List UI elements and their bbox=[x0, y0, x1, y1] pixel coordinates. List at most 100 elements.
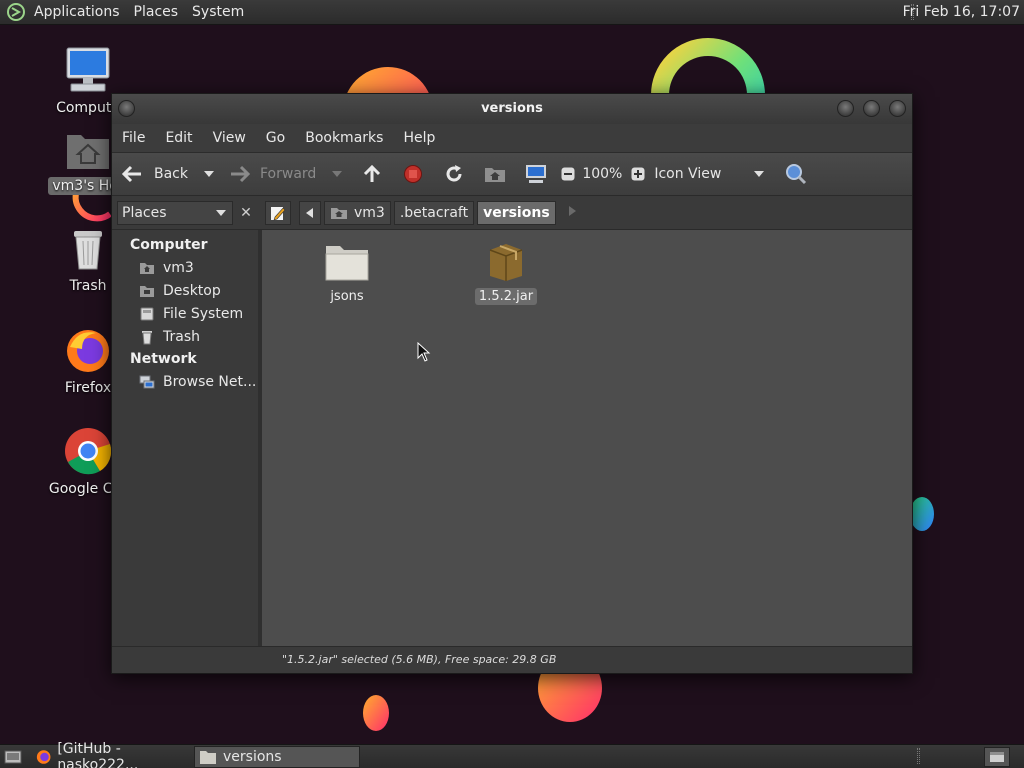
zoom-out-button[interactable] bbox=[556, 162, 580, 186]
sidebar-type-select[interactable]: Places bbox=[117, 200, 233, 225]
home-folder-icon bbox=[140, 262, 154, 274]
sidebar-item-desktop[interactable]: Desktop bbox=[112, 279, 258, 302]
applications-menu[interactable]: Applications bbox=[34, 4, 120, 20]
sidebar-header-network: Network bbox=[130, 351, 197, 367]
view-mode-select[interactable]: Icon View bbox=[654, 166, 765, 182]
chevron-down-icon bbox=[754, 171, 765, 177]
system-menu[interactable]: System bbox=[192, 4, 244, 20]
firefox-icon bbox=[36, 749, 51, 764]
maximize-button[interactable] bbox=[863, 100, 880, 117]
top-panel: Applications Places System Fri Feb 16, 1… bbox=[0, 0, 1024, 25]
distro-logo-icon[interactable] bbox=[6, 2, 26, 22]
menu-go[interactable]: Go bbox=[266, 130, 285, 146]
icon-view[interactable]: jsons 1.5.2.jar bbox=[262, 230, 912, 648]
close-button[interactable] bbox=[889, 100, 906, 117]
close-sidebar-icon[interactable]: ✕ bbox=[235, 205, 257, 221]
file-item-1-5-2-jar[interactable]: 1.5.2.jar bbox=[461, 242, 551, 305]
stop-button[interactable] bbox=[401, 162, 425, 186]
window-menu-button[interactable] bbox=[118, 100, 135, 117]
forward-label: Forward bbox=[260, 166, 317, 182]
mouse-cursor-icon bbox=[417, 342, 431, 362]
sidebar-item-label: Browse Net... bbox=[163, 373, 257, 390]
home-button[interactable] bbox=[483, 162, 507, 186]
sidebar-item-file-system[interactable]: File System bbox=[112, 302, 258, 325]
file-name: jsons bbox=[330, 289, 364, 304]
breadcrumb-betacraft[interactable]: .betacraft bbox=[393, 200, 475, 225]
breadcrumb-label: vm3 bbox=[354, 204, 385, 221]
back-arrow-icon bbox=[120, 162, 144, 186]
menu-bookmarks[interactable]: Bookmarks bbox=[305, 130, 383, 146]
breadcrumb-vm3[interactable]: vm3 bbox=[324, 200, 391, 225]
sidebar-item-browse-network[interactable]: Browse Net... bbox=[112, 370, 258, 393]
view-mode-label: Icon View bbox=[654, 166, 722, 182]
sidebar-item-label: File System bbox=[163, 305, 244, 322]
taskbar-item-browser[interactable]: [GitHub - nasko222... bbox=[32, 741, 192, 768]
firefox-icon bbox=[67, 330, 109, 372]
back-button[interactable]: Back bbox=[120, 162, 188, 186]
edit-icon bbox=[271, 206, 286, 220]
zoom-in-button[interactable] bbox=[626, 162, 650, 186]
stop-icon bbox=[401, 162, 425, 186]
window-titlebar[interactable]: versions bbox=[112, 94, 912, 124]
zoom-level[interactable]: 100% bbox=[582, 166, 622, 182]
computer-icon bbox=[524, 162, 548, 186]
breadcrumb-label: versions bbox=[483, 204, 550, 221]
file-item-jsons[interactable]: jsons bbox=[302, 242, 392, 305]
workspace-switcher[interactable] bbox=[984, 747, 1010, 767]
sidebar-item-vm3[interactable]: vm3 bbox=[112, 256, 258, 279]
folder-icon bbox=[325, 246, 369, 281]
breadcrumb-scroll-left[interactable] bbox=[299, 200, 321, 225]
forward-button[interactable]: Forward bbox=[228, 162, 316, 186]
places-menu[interactable]: Places bbox=[134, 4, 179, 20]
back-history-dropdown[interactable] bbox=[204, 171, 214, 177]
taskbar-item-versions[interactable]: versions bbox=[194, 745, 360, 768]
search-icon bbox=[784, 162, 808, 186]
sidebar-item-trash[interactable]: Trash bbox=[112, 325, 258, 348]
menu-file[interactable]: File bbox=[122, 130, 145, 146]
chevron-down-icon bbox=[216, 209, 226, 216]
breadcrumb-scroll-right[interactable] bbox=[568, 205, 576, 220]
desktop-icon-label: Trash bbox=[69, 278, 107, 294]
chrome-icon bbox=[65, 428, 112, 475]
up-button[interactable] bbox=[360, 162, 384, 186]
computer-icon bbox=[66, 47, 110, 92]
reload-button[interactable] bbox=[442, 162, 466, 186]
network-icon bbox=[139, 375, 155, 388]
sidebar-item-label: Trash bbox=[163, 328, 200, 345]
up-arrow-icon bbox=[360, 162, 384, 186]
home-folder-icon bbox=[67, 135, 109, 169]
show-desktop-button[interactable] bbox=[4, 748, 24, 766]
status-bar: "1.5.2.jar" selected (5.6 MB), Free spac… bbox=[112, 646, 912, 673]
desktop-folder-icon bbox=[140, 285, 154, 297]
zoom-in-icon bbox=[626, 162, 650, 186]
taskbar-item-label: versions bbox=[223, 748, 282, 765]
zoom-out-icon bbox=[556, 162, 580, 186]
menu-help[interactable]: Help bbox=[403, 130, 435, 146]
folder-icon bbox=[200, 750, 216, 764]
forward-arrow-icon bbox=[228, 162, 252, 186]
sidebar-item-label: Desktop bbox=[163, 282, 221, 299]
menu-edit[interactable]: Edit bbox=[165, 130, 192, 146]
content-area: Computer vm3 Desktop File System Trash N… bbox=[112, 230, 912, 648]
places-sidebar: Computer vm3 Desktop File System Trash N… bbox=[112, 230, 262, 648]
location-bar: Places ✕ vm3 .betacraft versions bbox=[112, 196, 912, 230]
computer-button[interactable] bbox=[524, 162, 548, 186]
panel-separator bbox=[917, 748, 920, 764]
trash-icon bbox=[74, 231, 102, 270]
chevron-left-icon bbox=[306, 207, 313, 218]
window-title: versions bbox=[481, 101, 543, 116]
home-folder-icon bbox=[483, 162, 507, 186]
desktop-icon-label: Firefox bbox=[64, 380, 112, 396]
forward-history-dropdown[interactable] bbox=[332, 171, 343, 177]
trash-icon bbox=[142, 330, 152, 344]
search-button[interactable] bbox=[784, 162, 808, 186]
clock[interactable]: Fri Feb 16, 17:07 bbox=[903, 4, 1020, 20]
file-name: 1.5.2.jar bbox=[474, 288, 538, 305]
sidebar-type-label: Places bbox=[122, 204, 167, 221]
minimize-button[interactable] bbox=[837, 100, 854, 117]
menu-view[interactable]: View bbox=[213, 130, 246, 146]
breadcrumb-label: .betacraft bbox=[399, 204, 469, 221]
drive-icon bbox=[140, 307, 154, 320]
breadcrumb-versions[interactable]: versions bbox=[477, 200, 556, 225]
toggle-location-entry-button[interactable] bbox=[265, 200, 291, 225]
